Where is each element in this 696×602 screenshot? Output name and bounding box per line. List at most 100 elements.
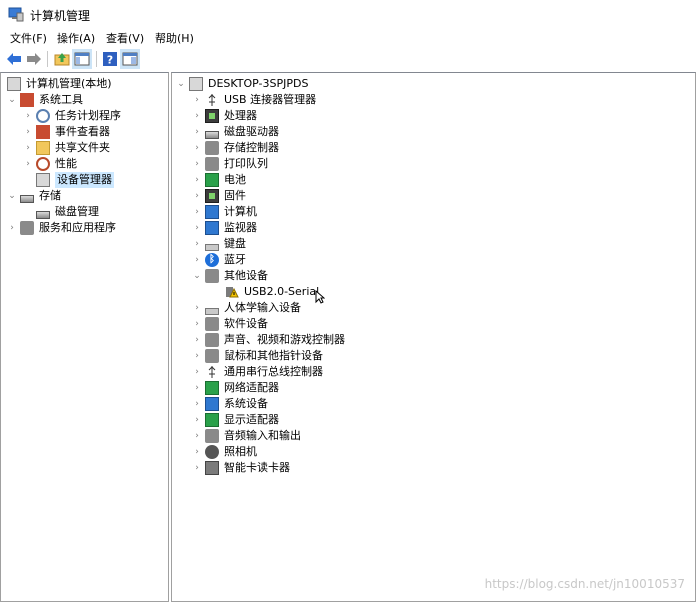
- chevron-right-icon[interactable]: ›: [23, 159, 33, 169]
- menu-file[interactable]: 文件(F): [10, 30, 47, 46]
- chevron-right-icon[interactable]: ›: [192, 127, 202, 137]
- chevron-right-icon[interactable]: ›: [192, 431, 202, 441]
- device-category-label: 显示适配器: [224, 413, 279, 426]
- device-item-label: USB2.0-Serial: [244, 285, 320, 298]
- chevron-right-icon[interactable]: ›: [192, 447, 202, 457]
- device-category[interactable]: › 处理器: [192, 108, 257, 124]
- device-category[interactable]: ⌄ 其他设备: [192, 268, 268, 284]
- device-category[interactable]: › 系统设备: [192, 396, 268, 412]
- device-category[interactable]: › 声音、视频和游戏控制器: [192, 332, 345, 348]
- device-manager-icon: [36, 173, 50, 187]
- device-category[interactable]: › 智能卡读卡器: [192, 460, 290, 476]
- audio-io-icon: [205, 429, 219, 443]
- chevron-right-icon[interactable]: ›: [192, 207, 202, 217]
- shared-folder-icon: [36, 141, 50, 155]
- device-category[interactable]: › 固件: [192, 188, 246, 204]
- processor-icon: [205, 109, 219, 123]
- device-category[interactable]: › 通用串行总线控制器: [192, 364, 323, 380]
- tree-item-root[interactable]: 计算机管理(本地): [7, 76, 112, 92]
- tree-item-system-tools[interactable]: ⌄ 系统工具: [7, 92, 83, 108]
- chevron-right-icon[interactable]: ›: [192, 319, 202, 329]
- up-button[interactable]: [52, 49, 72, 69]
- tree-label: 服务和应用程序: [39, 221, 116, 234]
- chevron-right-icon[interactable]: ›: [192, 367, 202, 377]
- device-category-label: 键盘: [224, 237, 246, 250]
- device-root[interactable]: ⌄ DESKTOP-3SPJPDS: [176, 76, 308, 92]
- chevron-right-icon[interactable]: ›: [192, 255, 202, 265]
- chevron-right-icon[interactable]: ›: [192, 303, 202, 313]
- show-hide-tree-button[interactable]: [72, 49, 92, 69]
- tree-item-storage[interactable]: ⌄ 存储: [7, 188, 61, 204]
- properties-icon: [122, 52, 138, 66]
- chevron-right-icon[interactable]: ›: [192, 239, 202, 249]
- menu-action[interactable]: 操作(A): [57, 30, 95, 46]
- device-item[interactable]: USB2.0-Serial: [225, 284, 319, 300]
- chevron-right-icon[interactable]: ›: [192, 175, 202, 185]
- chevron-right-icon[interactable]: ›: [192, 415, 202, 425]
- tree-item-shared-folders[interactable]: › 共享文件夹: [23, 140, 110, 156]
- chevron-down-icon[interactable]: ⌄: [176, 79, 186, 89]
- device-category[interactable]: › USB 连接器管理器: [192, 92, 316, 108]
- display-adapter-icon: [205, 413, 219, 427]
- device-category[interactable]: › 电池: [192, 172, 246, 188]
- toolbar-separator: [96, 51, 97, 67]
- device-category[interactable]: › 打印队列: [192, 156, 268, 172]
- chevron-right-icon[interactable]: ›: [192, 223, 202, 233]
- chevron-right-icon[interactable]: ›: [192, 95, 202, 105]
- device-category[interactable]: › 鼠标和其他指针设备: [192, 348, 323, 364]
- tree-label: 共享文件夹: [55, 141, 110, 154]
- chevron-right-icon[interactable]: ›: [192, 351, 202, 361]
- help-button[interactable]: ?: [100, 49, 120, 69]
- chevron-right-icon[interactable]: ›: [7, 223, 17, 233]
- chevron-right-icon[interactable]: ›: [192, 399, 202, 409]
- menu-view[interactable]: 查看(V): [106, 30, 144, 46]
- disk-icon: [36, 211, 50, 219]
- chevron-right-icon[interactable]: ›: [23, 143, 33, 153]
- device-category[interactable]: › 人体学输入设备: [192, 300, 301, 316]
- chevron-right-icon[interactable]: ›: [192, 111, 202, 121]
- device-category[interactable]: › 监视器: [192, 220, 257, 236]
- chevron-right-icon[interactable]: ›: [23, 111, 33, 121]
- menu-help[interactable]: 帮助(H): [155, 30, 194, 46]
- back-button[interactable]: [4, 49, 24, 69]
- network-adapter-icon: [205, 381, 219, 395]
- smart-card-reader-icon: [205, 461, 219, 475]
- device-category-label: USB 连接器管理器: [224, 93, 317, 106]
- tree-item-task-scheduler[interactable]: › 任务计划程序: [23, 108, 121, 124]
- chevron-down-icon[interactable]: ⌄: [192, 271, 202, 281]
- chevron-right-icon[interactable]: ›: [192, 463, 202, 473]
- device-category[interactable]: › 显示适配器: [192, 412, 279, 428]
- device-category[interactable]: › 音频输入和输出: [192, 428, 301, 444]
- svg-text:?: ?: [107, 54, 113, 67]
- chevron-right-icon[interactable]: ›: [23, 127, 33, 137]
- device-category-label: 系统设备: [224, 397, 268, 410]
- device-category-label: 网络适配器: [224, 381, 279, 394]
- device-category[interactable]: › 磁盘驱动器: [192, 124, 279, 140]
- device-category[interactable]: › 照相机: [192, 444, 257, 460]
- firmware-icon: [205, 189, 219, 203]
- chevron-right-icon[interactable]: ›: [192, 159, 202, 169]
- tree-item-services-apps[interactable]: › 服务和应用程序: [7, 220, 116, 236]
- properties-button[interactable]: [120, 49, 140, 69]
- warning-icon: [225, 285, 239, 299]
- device-category-label: 软件设备: [224, 317, 268, 330]
- device-category[interactable]: › 网络适配器: [192, 380, 279, 396]
- tree-item-event-viewer[interactable]: › 事件查看器: [23, 124, 110, 140]
- chevron-right-icon[interactable]: ›: [192, 335, 202, 345]
- device-category[interactable]: › 软件设备: [192, 316, 268, 332]
- device-category[interactable]: › ᛒ 蓝牙: [192, 252, 246, 268]
- chevron-right-icon[interactable]: ›: [192, 383, 202, 393]
- chevron-right-icon[interactable]: ›: [192, 143, 202, 153]
- device-root-label: DESKTOP-3SPJPDS: [208, 77, 309, 90]
- forward-button[interactable]: [24, 49, 44, 69]
- tree-item-device-manager[interactable]: 设备管理器: [36, 172, 114, 188]
- device-category-label: 处理器: [224, 109, 257, 122]
- tree-item-disk-management[interactable]: 磁盘管理: [36, 204, 99, 220]
- device-category[interactable]: › 存储控制器: [192, 140, 279, 156]
- device-category[interactable]: › 计算机: [192, 204, 257, 220]
- chevron-down-icon[interactable]: ⌄: [7, 95, 17, 105]
- device-category[interactable]: › 键盘: [192, 236, 246, 252]
- tree-item-performance[interactable]: › 性能: [23, 156, 77, 172]
- chevron-down-icon[interactable]: ⌄: [7, 191, 17, 201]
- chevron-right-icon[interactable]: ›: [192, 191, 202, 201]
